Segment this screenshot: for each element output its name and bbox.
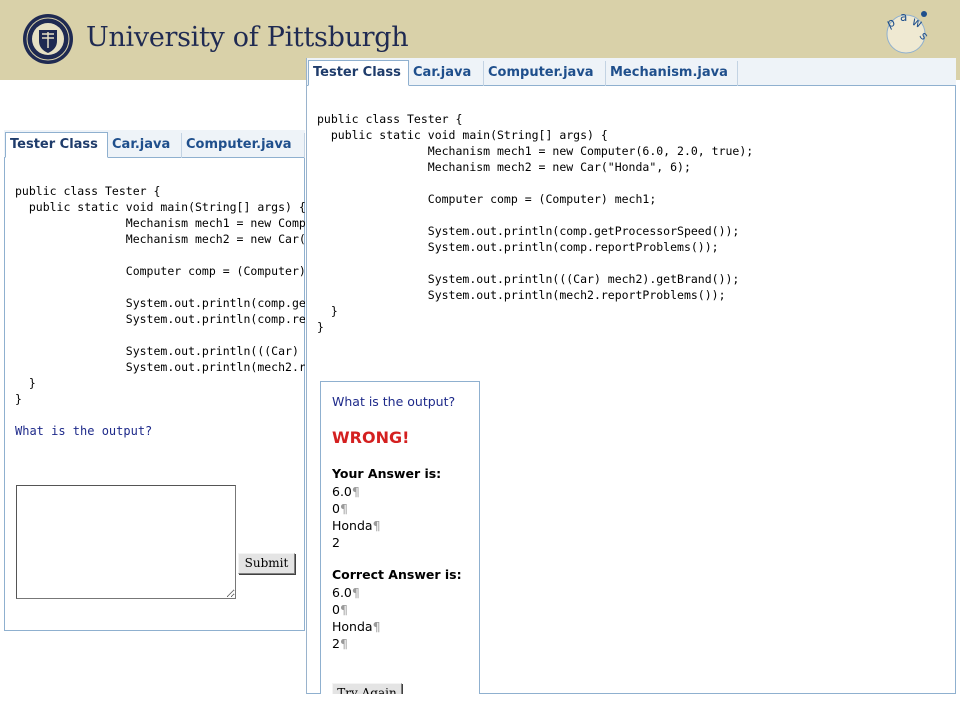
submit-button[interactable]: Submit [238, 553, 295, 574]
feedback-question: What is the output? [332, 394, 456, 409]
tab-mechanism-java[interactable]: Mechanism.java [606, 61, 738, 86]
back-code-pane: public class Tester { public static void… [4, 158, 305, 631]
code-line: Mechanism mech1 = new Comp [15, 216, 305, 230]
tab-car-java[interactable]: Car.java [108, 133, 182, 158]
code-line: Mechanism mech2 = new Car("Honda", 6); [317, 160, 691, 174]
pilcrow-mark: ¶ [372, 619, 381, 634]
feedback-panel: What is the output? WRONG! Your Answer i… [320, 381, 480, 694]
code-listing: public class Tester { public static void… [317, 111, 753, 335]
your-answer-label: Your Answer is: [332, 466, 442, 481]
answer-line: Honda¶ [332, 618, 381, 635]
university-seal-icon [23, 14, 73, 64]
pilcrow-mark: ¶ [372, 518, 381, 533]
code-line: Mechanism mech1 = new Computer(6.0, 2.0,… [317, 144, 754, 158]
pilcrow-mark: ¶ [339, 602, 348, 617]
code-line: } [15, 392, 22, 406]
pilcrow-mark: ¶ [351, 484, 360, 499]
code-line: Mechanism mech2 = new Car( [15, 232, 305, 246]
code-line: } [15, 376, 36, 390]
answer-line: 2¶ [332, 635, 348, 652]
code-line: System.out.println(mech2.reportProblems(… [317, 288, 726, 302]
tab-tester-class[interactable]: Tester Class [5, 132, 108, 158]
code-line: public static void main(String[] args) { [317, 128, 608, 142]
paws-logo-icon: p a w s [884, 10, 931, 54]
code-line: System.out.println(comp.ge [15, 296, 305, 310]
tab-tester-class[interactable]: Tester Class [308, 60, 409, 86]
answer-textarea[interactable] [16, 485, 236, 599]
answer-line: 0¶ [332, 500, 348, 517]
question-prompt: What is the output? [15, 424, 153, 438]
code-line: Computer comp = (Computer) mech1; [317, 192, 657, 206]
front-tab-bar: Tester Class Car.java Computer.java Mech… [307, 58, 956, 86]
answer-line: 6.0¶ [332, 584, 360, 601]
code-line: } [317, 304, 338, 318]
code-line: Computer comp = (Computer) [15, 264, 305, 278]
university-title: University of Pittsburgh [86, 22, 409, 53]
answer-value: 0 [332, 501, 340, 516]
answer-value: 0 [332, 602, 340, 617]
back-tab-bar: Tester Class Car.java Computer.java [4, 130, 305, 158]
code-line: } [317, 320, 324, 334]
svg-text:a: a [900, 10, 907, 24]
code-line: System.out.println(mech2.r [15, 360, 305, 374]
code-line: public class Tester { [15, 184, 161, 198]
code-listing: public class Tester { public static void… [15, 183, 305, 407]
code-line: System.out.println(((Car) [15, 344, 305, 358]
pilcrow-mark: ¶ [351, 585, 360, 600]
code-line: System.out.println(comp.getProcessorSpee… [317, 224, 740, 238]
answer-line: Honda¶ [332, 517, 381, 534]
pilcrow-mark: ¶ [339, 636, 348, 651]
front-exercise-window: Tester Class Car.java Computer.java Mech… [306, 58, 956, 694]
code-line: System.out.println(comp.reportProblems()… [317, 240, 719, 254]
answer-value: Honda [332, 619, 373, 634]
code-line: public class Tester { [317, 112, 463, 126]
pilcrow-mark: ¶ [339, 501, 348, 516]
try-again-button[interactable]: Try Again [332, 683, 402, 694]
tab-computer-java[interactable]: Computer.java [182, 133, 305, 158]
code-line: System.out.println(comp.re [15, 312, 305, 326]
back-exercise-window: Tester Class Car.java Computer.java publ… [4, 130, 305, 631]
answer-line: 2 [332, 534, 340, 551]
front-code-pane: public class Tester { public static void… [307, 86, 956, 694]
verdict-label: WRONG! [332, 428, 410, 447]
correct-answer-label: Correct Answer is: [332, 567, 462, 582]
answer-line: 6.0¶ [332, 483, 360, 500]
answer-value: 2 [332, 535, 340, 550]
tab-car-java[interactable]: Car.java [409, 61, 484, 86]
answer-value: 6.0 [332, 484, 352, 499]
answer-value: 2 [332, 636, 340, 651]
code-line: public static void main(String[] args) { [15, 200, 305, 214]
answer-value: Honda [332, 518, 373, 533]
answer-value: 6.0 [332, 585, 352, 600]
code-line: System.out.println(((Car) mech2).getBran… [317, 272, 740, 286]
tab-computer-java[interactable]: Computer.java [484, 61, 606, 86]
answer-line: 0¶ [332, 601, 348, 618]
